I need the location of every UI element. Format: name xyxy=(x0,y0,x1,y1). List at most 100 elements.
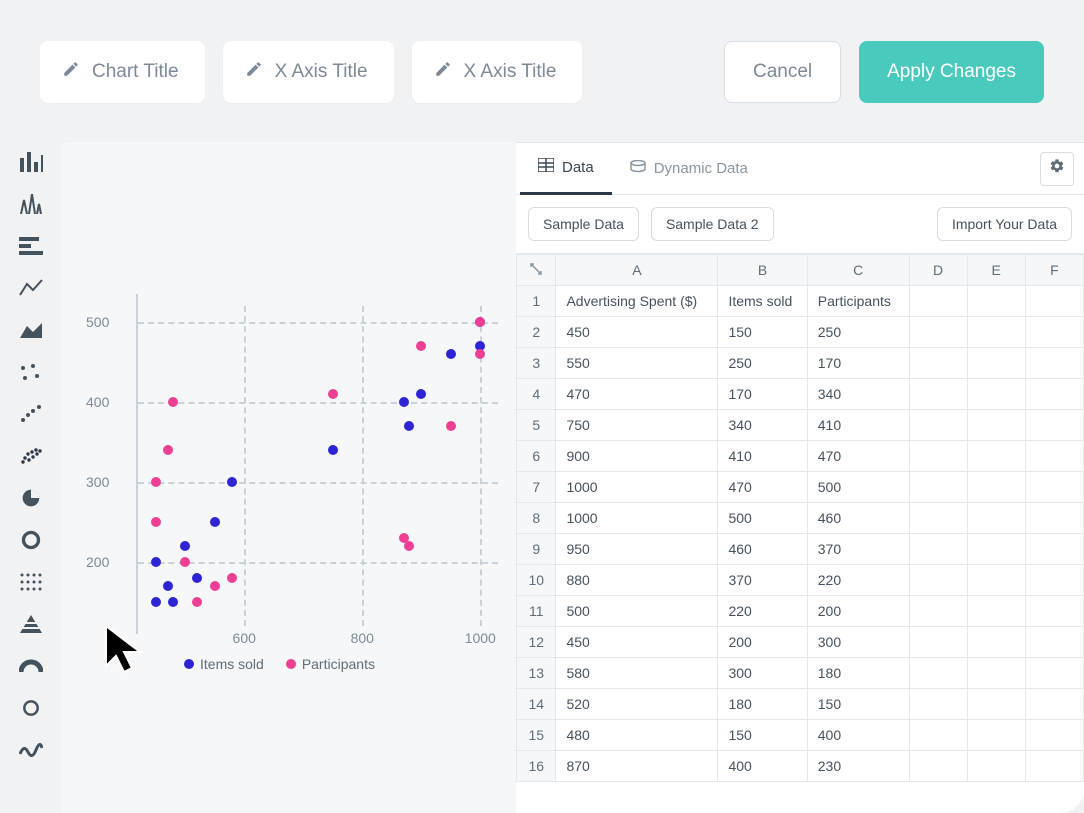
bar-chart-icon[interactable] xyxy=(16,150,46,174)
circle-outline-icon[interactable] xyxy=(16,696,46,720)
cell[interactable]: 220 xyxy=(807,565,909,596)
settings-button[interactable] xyxy=(1040,152,1074,186)
row-number[interactable]: 9 xyxy=(517,534,556,565)
cell[interactable]: 200 xyxy=(718,627,807,658)
cell[interactable] xyxy=(909,410,967,441)
cell[interactable] xyxy=(1025,317,1083,348)
cell[interactable]: 520 xyxy=(556,689,718,720)
cell[interactable] xyxy=(1025,720,1083,751)
area-chart-icon[interactable] xyxy=(16,318,46,342)
cell[interactable] xyxy=(1025,751,1083,782)
cell[interactable]: 950 xyxy=(556,534,718,565)
cell[interactable] xyxy=(909,596,967,627)
cell[interactable]: 150 xyxy=(718,720,807,751)
cell[interactable] xyxy=(1025,534,1083,565)
cell[interactable]: 250 xyxy=(807,317,909,348)
line-chart-icon[interactable] xyxy=(16,276,46,300)
cell[interactable]: 370 xyxy=(718,565,807,596)
cell[interactable]: 580 xyxy=(556,658,718,689)
cell[interactable]: 450 xyxy=(556,317,718,348)
cell[interactable]: 470 xyxy=(807,441,909,472)
cell[interactable] xyxy=(909,534,967,565)
cell[interactable]: 880 xyxy=(556,565,718,596)
cell[interactable] xyxy=(909,348,967,379)
cell[interactable] xyxy=(967,317,1025,348)
cell[interactable] xyxy=(909,286,967,317)
cell[interactable] xyxy=(967,441,1025,472)
cell[interactable] xyxy=(967,534,1025,565)
row-number[interactable]: 10 xyxy=(517,565,556,596)
wave-chart-icon[interactable] xyxy=(16,738,46,762)
cell[interactable] xyxy=(967,379,1025,410)
scatter-dense-icon[interactable] xyxy=(16,444,46,468)
col-header[interactable]: A xyxy=(556,255,718,286)
cell[interactable] xyxy=(1025,410,1083,441)
cell[interactable] xyxy=(909,441,967,472)
data-spreadsheet[interactable]: ABCDEF1Advertising Spent ($)Items soldPa… xyxy=(516,254,1084,782)
row-number[interactable]: 4 xyxy=(517,379,556,410)
cell[interactable] xyxy=(909,317,967,348)
row-number[interactable]: 14 xyxy=(517,689,556,720)
row-number[interactable]: 3 xyxy=(517,348,556,379)
spike-chart-icon[interactable] xyxy=(16,192,46,216)
cell[interactable] xyxy=(1025,503,1083,534)
cell[interactable]: 230 xyxy=(807,751,909,782)
cell[interactable] xyxy=(909,751,967,782)
col-header[interactable]: C xyxy=(807,255,909,286)
cell[interactable]: 340 xyxy=(807,379,909,410)
cell[interactable]: 370 xyxy=(807,534,909,565)
cell[interactable]: 500 xyxy=(718,503,807,534)
cell[interactable] xyxy=(1025,689,1083,720)
cell[interactable] xyxy=(967,348,1025,379)
sample-data-2-button[interactable]: Sample Data 2 xyxy=(651,207,774,241)
cell[interactable]: 150 xyxy=(807,689,909,720)
x-axis-title-input-2[interactable]: X Axis Title xyxy=(412,41,583,103)
row-number[interactable]: 15 xyxy=(517,720,556,751)
cell[interactable]: Advertising Spent ($) xyxy=(556,286,718,317)
row-number[interactable]: 13 xyxy=(517,658,556,689)
cancel-button[interactable]: Cancel xyxy=(724,41,841,103)
tab-data[interactable]: Data xyxy=(520,143,612,195)
cell[interactable] xyxy=(967,410,1025,441)
cell[interactable]: 470 xyxy=(556,379,718,410)
cell[interactable] xyxy=(1025,286,1083,317)
cell[interactable]: 400 xyxy=(718,751,807,782)
chart-title-input[interactable]: Chart Title xyxy=(40,41,205,103)
cell[interactable]: 1000 xyxy=(556,472,718,503)
cell[interactable] xyxy=(1025,565,1083,596)
hbar-chart-icon[interactable] xyxy=(16,234,46,258)
cell[interactable]: 470 xyxy=(718,472,807,503)
import-data-button[interactable]: Import Your Data xyxy=(937,207,1072,241)
row-number[interactable]: 2 xyxy=(517,317,556,348)
cell[interactable] xyxy=(967,503,1025,534)
cell[interactable] xyxy=(909,658,967,689)
cell[interactable]: 250 xyxy=(718,348,807,379)
cell[interactable]: Participants xyxy=(807,286,909,317)
cell[interactable]: 550 xyxy=(556,348,718,379)
cell[interactable]: 220 xyxy=(718,596,807,627)
cell[interactable]: 750 xyxy=(556,410,718,441)
pie-chart-icon[interactable] xyxy=(16,486,46,510)
cell[interactable]: 340 xyxy=(718,410,807,441)
cell[interactable]: 900 xyxy=(556,441,718,472)
cell[interactable]: 450 xyxy=(556,627,718,658)
scatter2-icon[interactable] xyxy=(16,402,46,426)
pyramid-chart-icon[interactable] xyxy=(16,612,46,636)
cell[interactable] xyxy=(967,472,1025,503)
cell[interactable] xyxy=(1025,348,1083,379)
cell[interactable] xyxy=(1025,658,1083,689)
row-number[interactable]: 5 xyxy=(517,410,556,441)
cell[interactable]: Items sold xyxy=(718,286,807,317)
cell[interactable] xyxy=(967,751,1025,782)
cell[interactable]: 170 xyxy=(807,348,909,379)
cell[interactable] xyxy=(1025,627,1083,658)
row-number[interactable]: 6 xyxy=(517,441,556,472)
cell[interactable]: 150 xyxy=(718,317,807,348)
cell[interactable]: 300 xyxy=(807,627,909,658)
cell[interactable]: 180 xyxy=(718,689,807,720)
cell[interactable]: 300 xyxy=(718,658,807,689)
cell[interactable] xyxy=(1025,596,1083,627)
cell[interactable]: 460 xyxy=(807,503,909,534)
donut-chart-icon[interactable] xyxy=(16,528,46,552)
cell[interactable] xyxy=(1025,379,1083,410)
